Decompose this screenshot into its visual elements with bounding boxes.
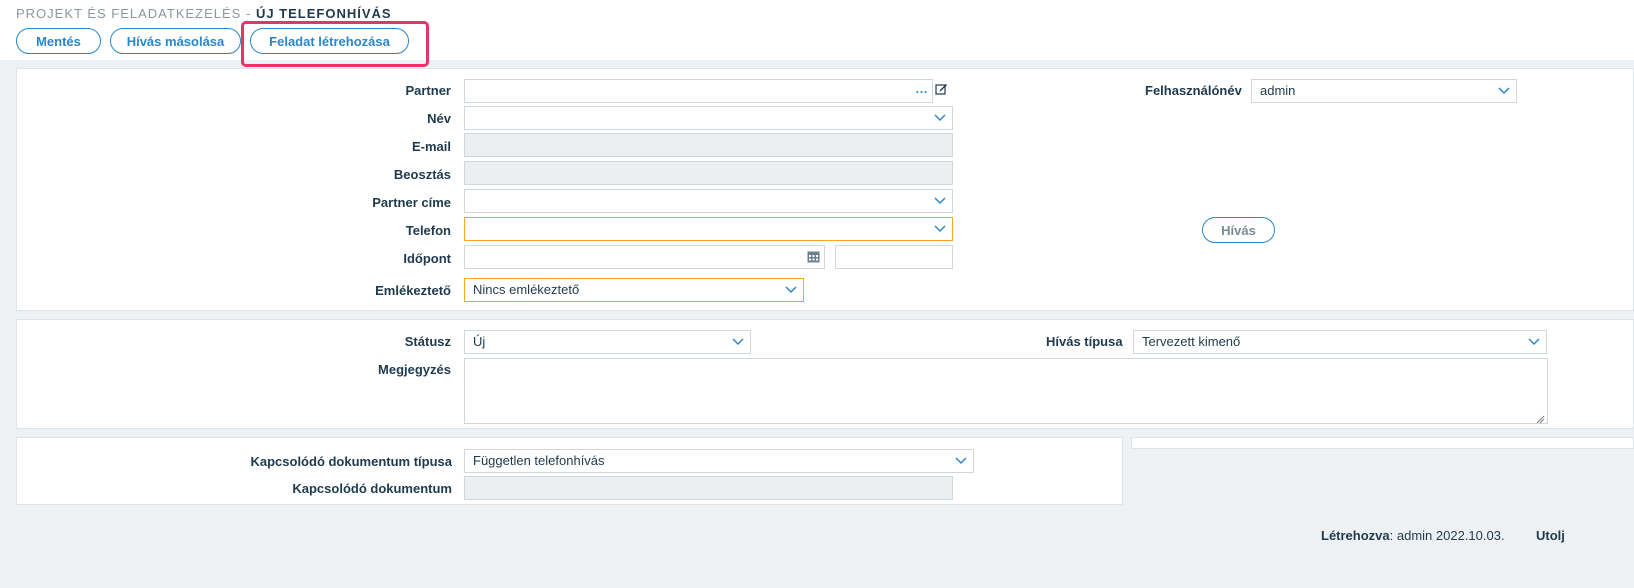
chevron-down-icon (955, 453, 967, 467)
nev-select[interactable] (464, 106, 953, 130)
chevron-down-icon (785, 282, 797, 296)
status-select[interactable]: Új (464, 330, 751, 354)
highlight-frame (241, 21, 429, 67)
telefon-label: Telefon (405, 223, 451, 238)
contact-panel: Partner … Név E-mail Beosztás Partner cí… (16, 68, 1634, 311)
email-field (464, 133, 953, 157)
modified-info: Utolj (1536, 528, 1565, 543)
call-type-select[interactable]: Tervezett kimenő (1133, 330, 1547, 354)
page-heading: ÚJ TELEFONHÍVÁS (255, 6, 392, 21)
beosztas-label: Beosztás (393, 167, 451, 182)
partner-cime-label: Partner címe (372, 195, 451, 210)
chevron-down-icon (732, 334, 744, 348)
doc-type-select[interactable]: Független telefonhívás (464, 449, 974, 473)
modified-label: Utolj (1536, 528, 1565, 543)
chevron-down-icon (1498, 83, 1510, 97)
username-value: admin (1260, 83, 1296, 98)
reminder-value: Nincs emlékeztető (473, 282, 580, 297)
breadcrumb: PROJEKT ÉS FELADATKEZELÉS - (16, 6, 252, 21)
call-button[interactable]: Hívás (1202, 217, 1275, 243)
reminder-select[interactable]: Nincs emlékeztető (464, 278, 804, 302)
telefon-select[interactable] (464, 217, 953, 241)
hivas-tipusa-label: Hívás típusa (1046, 334, 1123, 349)
nev-label: Név (427, 111, 451, 126)
megjegyzes-label: Megjegyzés (378, 362, 451, 377)
copy-call-button[interactable]: Hívás másolása (110, 28, 241, 54)
created-value: admin 2022.10.03. (1396, 528, 1505, 543)
doc-field (464, 476, 953, 500)
side-panel (1131, 437, 1634, 449)
created-label: Létrehozva (1321, 528, 1390, 543)
time-input[interactable] (835, 245, 953, 269)
related-doc-panel: Kapcsolódó dokumentum típusa Független t… (16, 437, 1123, 505)
resize-handle-icon[interactable] (1535, 412, 1545, 427)
partner-label: Partner (405, 83, 451, 98)
doc-type-value: Független telefonhívás (473, 453, 605, 468)
status-panel: Státusz Új Hívás típusa Tervezett kimenő… (16, 319, 1634, 429)
chevron-down-icon (1528, 334, 1540, 348)
more-icon[interactable]: … (915, 81, 929, 96)
statusz-label: Státusz (404, 334, 451, 349)
status-value: Új (473, 334, 486, 349)
beosztas-field (464, 161, 953, 185)
emlekezteto-label: Emlékeztető (375, 283, 451, 298)
chevron-down-icon (934, 110, 946, 124)
idopont-label: Időpont (403, 251, 451, 266)
username-select[interactable]: admin (1251, 79, 1517, 103)
partner-input[interactable] (464, 79, 933, 103)
email-label: E-mail (411, 139, 451, 154)
partner-address-select[interactable] (464, 189, 953, 213)
page-title: PROJEKT ÉS FELADATKEZELÉS - ÚJ TELEFONHÍ… (16, 6, 392, 21)
created-info: Létrehozva: admin 2022.10.03. (1321, 528, 1505, 543)
chevron-down-icon (934, 193, 946, 207)
date-input[interactable] (464, 245, 825, 269)
doc-type-label: Kapcsolódó dokumentum típusa (250, 454, 452, 469)
save-button[interactable]: Mentés (16, 28, 101, 54)
edit-icon[interactable] (935, 82, 948, 98)
chevron-down-icon (934, 221, 946, 235)
note-textarea[interactable] (464, 358, 1548, 424)
felhasznalonev-label: Felhasználónév (1145, 83, 1242, 98)
calendar-icon[interactable] (807, 250, 820, 266)
doc-label: Kapcsolódó dokumentum (292, 481, 452, 496)
call-type-value: Tervezett kimenő (1142, 334, 1241, 349)
